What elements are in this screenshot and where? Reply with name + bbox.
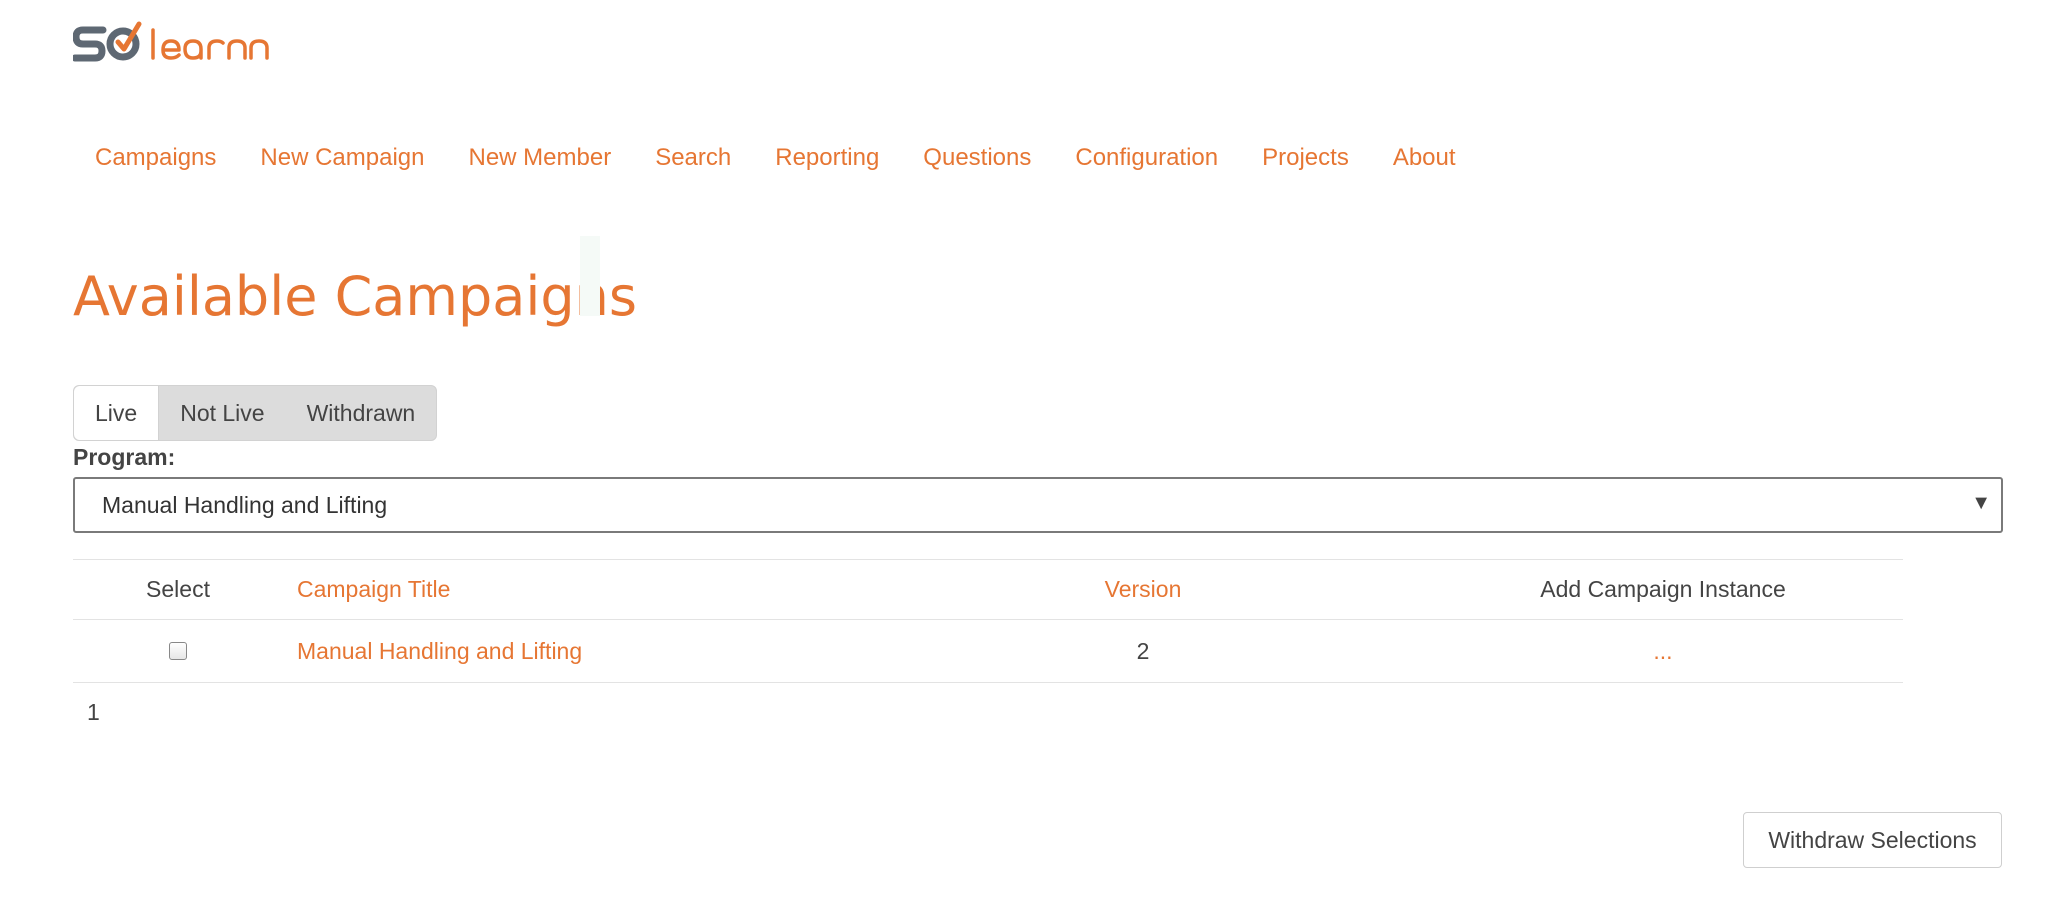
nav-configuration[interactable]: Configuration — [1053, 144, 1240, 172]
nav-reporting[interactable]: Reporting — [753, 144, 901, 172]
campaigns-table: Select Campaign Title Version Add Campai… — [73, 559, 1903, 683]
tab-not-live[interactable]: Not Live — [159, 386, 285, 440]
nav-new-campaign[interactable]: New Campaign — [238, 144, 446, 172]
nav-about[interactable]: About — [1371, 144, 1478, 172]
title-decoration — [580, 236, 600, 316]
page-title: Available Campaigns — [73, 265, 637, 328]
status-filter-tabs: Live Not Live Withdrawn — [73, 385, 438, 441]
header-add-campaign-instance: Add Campaign Instance — [1540, 576, 1786, 602]
row-select-cell — [73, 620, 283, 682]
row-select-checkbox[interactable] — [169, 642, 187, 660]
program-selected-value: Manual Handling and Lifting — [102, 491, 388, 518]
pagination-page-1[interactable]: 1 — [87, 699, 100, 726]
dropdown-arrow-icon: ▼ — [1971, 492, 1991, 514]
program-select[interactable]: Manual Handling and Lifting ▼ — [73, 477, 2003, 533]
campaign-version: 2 — [1136, 637, 1150, 664]
campaign-title-link[interactable]: Manual Handling and Lifting — [297, 620, 582, 682]
header-version[interactable]: Version — [1033, 560, 1253, 619]
logo-graphic — [71, 21, 269, 62]
tab-withdrawn[interactable]: Withdrawn — [286, 386, 437, 440]
solearn-logo[interactable] — [71, 20, 291, 70]
header-select: Select — [146, 576, 210, 602]
nav-search[interactable]: Search — [633, 144, 753, 172]
withdraw-selections-button[interactable]: Withdraw Selections — [1743, 812, 2002, 868]
nav-campaigns[interactable]: Campaigns — [73, 144, 238, 172]
table-row: Manual Handling and Lifting 2 ... — [73, 619, 1903, 683]
tab-live[interactable]: Live — [74, 386, 160, 440]
main-nav: Campaigns New Campaign New Member Search… — [73, 140, 1478, 176]
nav-questions[interactable]: Questions — [901, 144, 1053, 172]
nav-projects[interactable]: Projects — [1240, 144, 1371, 172]
program-label: Program: — [73, 444, 176, 470]
add-campaign-instance-link[interactable]: ... — [1373, 620, 1953, 682]
header-campaign-title[interactable]: Campaign Title — [297, 560, 450, 619]
table-header-row: Select Campaign Title Version Add Campai… — [73, 559, 1903, 619]
nav-new-member[interactable]: New Member — [446, 144, 633, 172]
